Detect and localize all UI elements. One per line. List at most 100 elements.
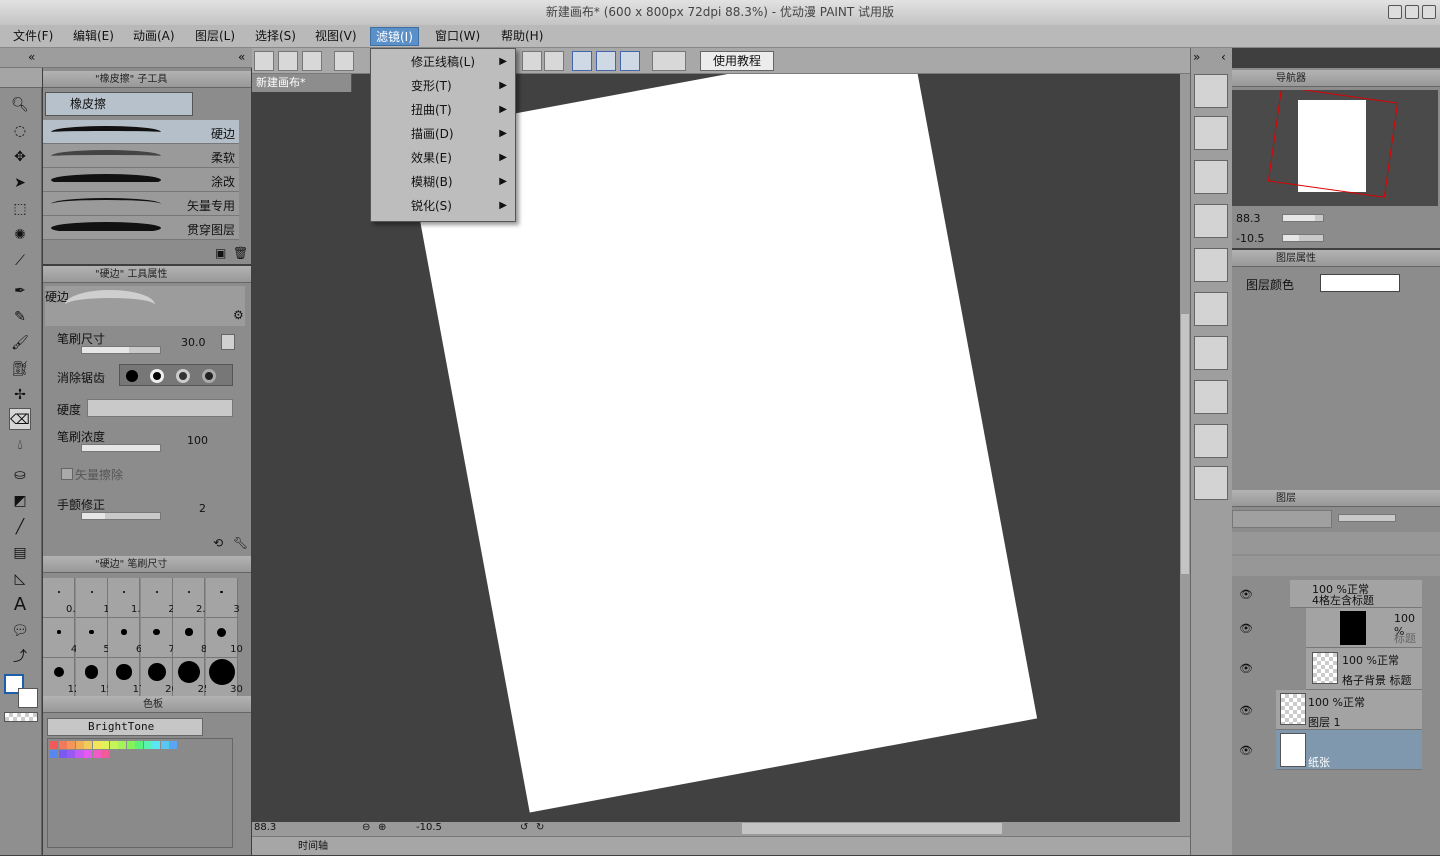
zoom-in-icon[interactable]: ⊕ [378, 822, 386, 833]
pressure-icon[interactable] [221, 334, 235, 350]
brush-size-preset[interactable]: 12 [43, 658, 80, 698]
wrench-icon[interactable]: 🔧︎ [233, 536, 248, 550]
vector-erase-checkbox[interactable] [61, 468, 73, 480]
expand-right-icon[interactable]: » [1193, 50, 1200, 64]
magic-wand-icon[interactable]: ✺ [9, 224, 31, 246]
layer-eye-icon[interactable]: 👁︎ [1239, 588, 1253, 601]
clear-icon[interactable] [522, 51, 542, 71]
navigator-zoom-slider[interactable] [1282, 214, 1324, 222]
new-subtool-icon[interactable]: ▣ [215, 246, 226, 260]
brush-size-preset[interactable]: 30 [205, 658, 243, 698]
navigator-preview[interactable] [1232, 90, 1438, 206]
canvas-zoom-value[interactable]: 88.3 [254, 822, 276, 833]
brush-item-rough[interactable]: 涂改 [43, 168, 239, 192]
color-swatch[interactable] [67, 750, 75, 758]
move-tool-icon[interactable]: ✥ [9, 146, 31, 168]
layer-row-folder[interactable]: 100 %正常 4格左含标题 [1290, 580, 1422, 608]
brush-size-preset[interactable]: 6 [108, 618, 142, 658]
layer-eye-icon[interactable]: 👁︎ [1239, 744, 1253, 757]
brush-size-preset[interactable]: 4 [43, 618, 77, 658]
color-swatch[interactable] [75, 750, 84, 758]
canvas-vertical-scrollbar[interactable] [1180, 74, 1190, 822]
collapse-right-icon[interactable]: ‹ [1221, 50, 1226, 64]
ruler-tool-icon[interactable]: ◺ [9, 568, 31, 590]
correct-line-tool-icon[interactable]: ⤴ [9, 646, 31, 668]
menu-edit[interactable]: 编辑(E) [68, 27, 119, 46]
brush-size-preset[interactable]: 1 [75, 578, 110, 618]
brush-size-preset[interactable]: 17 [108, 658, 145, 698]
filter-render[interactable]: 描画(D) ▶ [371, 122, 515, 146]
transparent-color-swatch[interactable] [4, 712, 38, 722]
brush-size-preset[interactable]: 2 [140, 578, 175, 618]
brush-size-preset[interactable]: 20 [140, 658, 178, 698]
brush-item-all-layers[interactable]: 贯穿图层 [43, 216, 239, 240]
brush-item-vector[interactable]: 矢量专用 [43, 192, 239, 216]
brush-size-preset[interactable]: 10 [205, 618, 243, 658]
brush-size-preset[interactable]: 15 [75, 658, 113, 698]
color-swatch[interactable] [84, 750, 92, 758]
close-button[interactable] [1422, 5, 1436, 19]
tool-settings-icon[interactable]: ⚙ [233, 308, 244, 322]
airbrush-tool-icon[interactable]: ⛽︎ [9, 358, 31, 380]
snap-grid-icon[interactable] [620, 51, 640, 71]
color-swatch[interactable] [152, 741, 160, 749]
selection-tool-icon[interactable]: ⬚ [9, 198, 31, 220]
filter-effect[interactable]: 效果(E) ▶ [371, 146, 515, 170]
stabilization-slider[interactable] [81, 512, 161, 520]
subtool-group-tab[interactable]: 橡皮擦 [45, 92, 193, 116]
layer-eye-icon[interactable]: 👁︎ [1239, 704, 1253, 717]
navigator-angle-value[interactable]: -10.5 [1236, 232, 1264, 245]
menu-select[interactable]: 选择(S) [250, 27, 301, 46]
color-swatch[interactable] [118, 741, 126, 749]
material-panel-8-icon[interactable] [1194, 380, 1228, 414]
canvas-angle-value[interactable]: -10.5 [416, 822, 442, 833]
density-value[interactable]: 100 [187, 434, 208, 447]
decoration-tool-icon[interactable]: ✢ [9, 384, 31, 406]
brush-size-slider[interactable] [81, 346, 161, 354]
pen-tool-icon[interactable]: ✒ [9, 280, 31, 302]
navigator-view-frame[interactable] [1267, 90, 1399, 198]
pencil-tool-icon[interactable]: ✎ [9, 306, 31, 328]
color-swatch[interactable] [126, 741, 135, 749]
color-swatch[interactable] [135, 741, 143, 749]
layer-property-tab[interactable]: 图层属性 [1276, 253, 1316, 264]
menu-help[interactable]: 帮助(H) [496, 27, 548, 46]
color-swatch[interactable] [84, 741, 92, 749]
color-swatch[interactable] [50, 750, 58, 758]
hardness-slider[interactable] [87, 399, 233, 417]
material-panel-icon[interactable] [1194, 74, 1228, 108]
antialias-selector[interactable] [119, 364, 233, 386]
brush-size-preset[interactable]: 1.5 [108, 578, 147, 618]
color-swatch[interactable] [58, 741, 67, 749]
filter-transform[interactable]: 变形(T) ▶ [371, 74, 515, 98]
color-swatch[interactable] [92, 750, 101, 758]
canvas-horizontal-scrollbar[interactable] [742, 823, 1002, 834]
undo-icon[interactable] [334, 51, 354, 71]
fill-tool-icon[interactable]: ⛀ [9, 464, 31, 486]
operation-tool-icon[interactable]: ➤ [9, 172, 31, 194]
text-tool-icon[interactable]: A [9, 594, 31, 616]
sub-color-swatch[interactable] [18, 688, 38, 708]
lasso-tool-icon[interactable]: ◌ [9, 120, 31, 142]
color-swatch[interactable] [160, 741, 169, 749]
menu-filter[interactable]: 滤镜(I) [370, 27, 419, 46]
color-swatch[interactable] [169, 741, 177, 749]
blend-mode-select[interactable] [1232, 510, 1332, 528]
material-panel-5-icon[interactable] [1194, 248, 1228, 282]
screen-mode-icon[interactable] [652, 51, 686, 71]
color-swatch[interactable] [75, 741, 84, 749]
maximize-button[interactable] [1405, 5, 1419, 19]
stabilization-value[interactable]: 2 [199, 502, 206, 515]
color-set-tab[interactable]: 色板 [143, 699, 163, 710]
canvas-tab[interactable]: 新建画布* [252, 74, 352, 92]
filter-blur[interactable]: 模糊(B) ▶ [371, 170, 515, 194]
brush-size-preset[interactable]: 25 [173, 658, 210, 698]
material-panel-4-icon[interactable] [1194, 204, 1228, 238]
select-all-icon[interactable] [544, 51, 564, 71]
brush-size-preset[interactable]: 7 [140, 618, 175, 658]
brush-item-hard[interactable]: 硬边 [43, 120, 239, 144]
brush-size-preset[interactable]: 0.7 [43, 578, 82, 618]
menu-view[interactable]: 视图(V) [310, 27, 362, 46]
navigator-zoom-value[interactable]: 88.3 [1236, 212, 1261, 225]
color-swatch[interactable] [101, 750, 109, 758]
